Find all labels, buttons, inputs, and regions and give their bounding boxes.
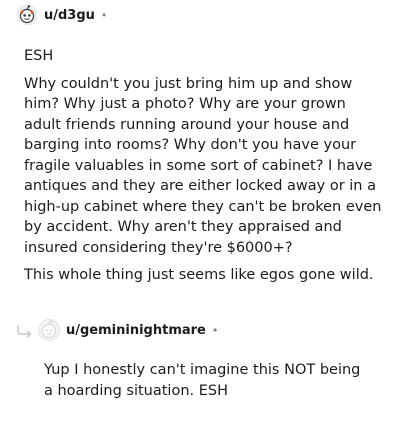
separator-dot: • [211,323,219,337]
comment-paragraph: Yup I honestly can't imagine this NOT be… [44,362,361,399]
comment-paragraph: This whole thing just seems like egos go… [24,267,374,283]
separator-dot: • [100,8,108,22]
comment-body: Yup I honestly can't imagine this NOT be… [44,360,370,408]
comment-gemininightmare: u/gemininightmare • Yup I honestly can't… [0,319,400,399]
comment-header: u/d3gu • [0,4,400,26]
comment-paragraph: ESH [24,48,54,64]
comment-header: u/gemininightmare • [0,319,400,341]
comment-d3gu: u/d3gu • ESH Why couldn't you just bring… [0,4,400,283]
username-link[interactable]: u/gemininightmare [66,323,206,338]
reply-thread-icon [16,323,34,338]
user-avatar-icon[interactable] [38,319,60,341]
username-link[interactable]: u/d3gu [44,8,95,23]
user-avatar-icon[interactable] [16,4,38,26]
comment-body: ESH Why couldn't you just bring him up a… [24,46,382,293]
comment-paragraph: Why couldn't you just bring him up and s… [24,75,382,256]
